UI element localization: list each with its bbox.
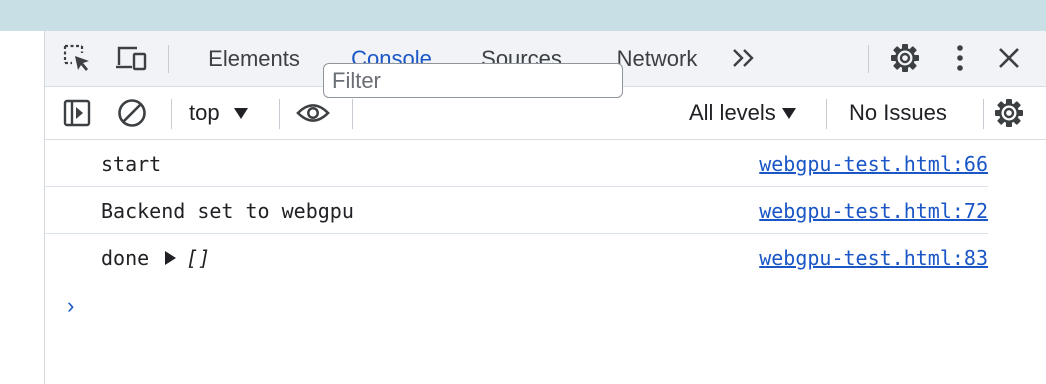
message-content: Backend set to webgpu [101,199,354,223]
console-messages: start webgpu-test.html:66 Backend set to… [45,140,1046,280]
toolbar-separator [826,99,827,129]
message-text: done [] [101,246,210,270]
browser-top-strip [0,0,1046,31]
toolbar-separator [983,99,984,129]
console-message: start webgpu-test.html:66 [45,140,988,187]
eye-icon[interactable] [296,96,330,130]
chevron-double-right-icon[interactable] [727,41,761,75]
tab-label: Elements [208,45,300,71]
expand-triangle-icon[interactable] [165,251,177,265]
tab-label: Network [616,45,698,71]
log-levels-dropdown[interactable]: All levels [689,95,796,131]
source-link[interactable]: webgpu-test.html:83 [759,246,988,270]
array-preview[interactable]: [] [186,246,210,270]
message-content: done [101,246,150,270]
context-selector[interactable]: top [189,95,248,131]
toolbar-separator [868,45,869,73]
gear-icon[interactable] [888,41,922,75]
console-message: done [] webgpu-test.html:83 [45,234,988,280]
source-link[interactable]: webgpu-test.html:66 [759,152,988,176]
toolbar-separator [171,99,172,129]
page-viewport [0,31,45,384]
message-text: Backend set to webgpu [101,199,354,223]
issues-counter[interactable]: No Issues [849,95,947,131]
console-message: Backend set to webgpu webgpu-test.html:7… [45,187,988,234]
dropdown-arrow-icon [781,107,796,119]
device-toolbar-icon[interactable] [115,41,149,75]
message-content: start [101,152,162,176]
inspect-element-icon[interactable] [60,41,94,75]
gear-icon[interactable] [992,96,1026,130]
source-link[interactable]: webgpu-test.html:72 [759,199,988,223]
clear-console-icon[interactable] [115,96,149,130]
issues-label: No Issues [849,100,947,125]
toolbar-separator [352,99,353,129]
context-label: top [189,100,220,125]
levels-label: All levels [689,100,776,125]
toolbar-separator [168,45,169,73]
toolbar-separator [279,99,280,129]
message-text: start [101,152,161,176]
dropdown-arrow-icon [233,107,248,119]
kebab-menu-icon[interactable] [943,41,977,75]
filter-input[interactable] [323,63,623,98]
sidebar-toggle-icon[interactable] [60,96,94,130]
console-prompt[interactable]: › [67,293,74,319]
tab-elements[interactable]: Elements [191,31,317,86]
close-icon[interactable] [992,41,1026,75]
